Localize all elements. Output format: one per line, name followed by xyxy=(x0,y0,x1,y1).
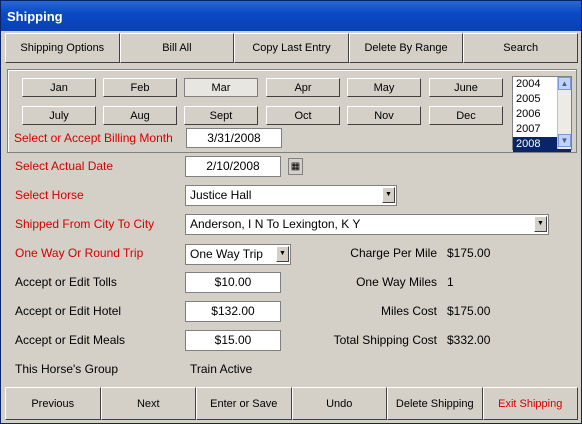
trip-select[interactable]: One Way Trip ▼ xyxy=(185,244,291,265)
actual-date-label: Select Actual Date xyxy=(15,159,114,173)
bottom-toolbar: Previous Next Enter or Save Undo Delete … xyxy=(5,387,578,420)
group-label: This Horse's Group xyxy=(15,362,118,376)
toolbar: Shipping Options Bill All Copy Last Entr… xyxy=(5,33,578,63)
scroll-up-icon[interactable]: ▲ xyxy=(558,77,571,90)
month-button-nov[interactable]: Nov xyxy=(347,106,421,125)
previous-button[interactable]: Previous xyxy=(5,387,101,420)
delete-by-range-button[interactable]: Delete By Range xyxy=(348,33,464,63)
miles-cost-value: $175.00 xyxy=(447,304,491,318)
meals-field[interactable]: $15.00 xyxy=(185,330,281,351)
undo-button[interactable]: Undo xyxy=(291,387,387,420)
year-scrollbar[interactable]: ▲ ▼ xyxy=(557,77,571,149)
month-button-july[interactable]: July xyxy=(22,106,96,125)
chevron-down-icon[interactable]: ▼ xyxy=(534,216,547,232)
enter-or-save-button[interactable]: Enter or Save xyxy=(196,387,292,420)
shipping-window: Shipping Shipping Options Bill All Copy … xyxy=(0,0,582,424)
actual-date-field[interactable]: 2/10/2008 xyxy=(185,156,281,177)
miles-cost-label: Miles Cost xyxy=(380,304,437,318)
horse-label: Select Horse xyxy=(15,188,84,202)
tolls-label: Accept or Edit Tolls xyxy=(15,275,117,289)
route-select-value: Anderson, I N To Lexington, K Y xyxy=(190,217,361,231)
one-way-miles-label: One Way Miles xyxy=(356,275,437,289)
chevron-down-icon[interactable]: ▼ xyxy=(382,187,395,203)
delete-shipping-button[interactable]: Delete Shipping xyxy=(387,387,483,420)
year-listbox[interactable]: 2004 2005 2006 2007 2008 ▲ ▼ xyxy=(512,76,572,152)
route-select[interactable]: Anderson, I N To Lexington, K Y ▼ xyxy=(185,214,549,235)
next-button[interactable]: Next xyxy=(100,387,196,420)
month-button-jan[interactable]: Jan xyxy=(22,78,96,97)
scroll-down-icon[interactable]: ▼ xyxy=(558,134,571,147)
hotel-field[interactable]: $132.00 xyxy=(185,301,281,322)
charge-per-mile-label: Charge Per Mile xyxy=(350,246,437,260)
search-button[interactable]: Search xyxy=(463,33,578,63)
trip-select-value: One Way Trip xyxy=(190,247,263,261)
exit-shipping-button[interactable]: Exit Shipping xyxy=(482,387,578,420)
month-button-june[interactable]: June xyxy=(429,78,503,97)
group-value: Train Active xyxy=(190,362,253,376)
tolls-field[interactable]: $10.00 xyxy=(185,272,281,293)
month-button-feb[interactable]: Feb xyxy=(103,78,177,97)
meals-label: Accept or Edit Meals xyxy=(15,333,126,347)
calendar-icon[interactable]: ▦ xyxy=(288,158,303,175)
month-button-mar[interactable]: Mar xyxy=(184,78,258,97)
route-label: Shipped From City To City xyxy=(15,217,155,231)
charge-per-mile-value: $175.00 xyxy=(447,246,491,260)
horse-select[interactable]: Justice Hall ▼ xyxy=(185,185,397,206)
horse-select-value: Justice Hall xyxy=(190,188,252,202)
title-bar: Shipping xyxy=(1,1,581,31)
copy-last-entry-button[interactable]: Copy Last Entry xyxy=(234,33,349,63)
billing-month-panel: Jan Feb Mar Apr May June July Aug Sept O… xyxy=(7,69,577,153)
billing-month-field[interactable]: 3/31/2008 xyxy=(186,128,282,148)
month-button-sept[interactable]: Sept xyxy=(184,106,258,125)
total-shipping-cost-label: Total Shipping Cost xyxy=(333,333,437,347)
month-button-may[interactable]: May xyxy=(347,78,421,97)
month-button-apr[interactable]: Apr xyxy=(266,78,340,97)
hotel-label: Accept or Edit Hotel xyxy=(15,304,122,318)
one-way-miles-value: 1 xyxy=(447,275,454,289)
billing-month-label: Select or Accept Billing Month xyxy=(14,131,173,145)
total-shipping-cost-value: $332.00 xyxy=(447,333,491,347)
shipping-options-button[interactable]: Shipping Options xyxy=(5,33,120,63)
chevron-down-icon[interactable]: ▼ xyxy=(276,246,289,262)
bill-all-button[interactable]: Bill All xyxy=(119,33,235,63)
trip-label: One Way Or Round Trip xyxy=(15,246,144,260)
month-button-oct[interactable]: Oct xyxy=(266,106,340,125)
month-button-aug[interactable]: Aug xyxy=(103,106,177,125)
month-button-dec[interactable]: Dec xyxy=(429,106,503,125)
